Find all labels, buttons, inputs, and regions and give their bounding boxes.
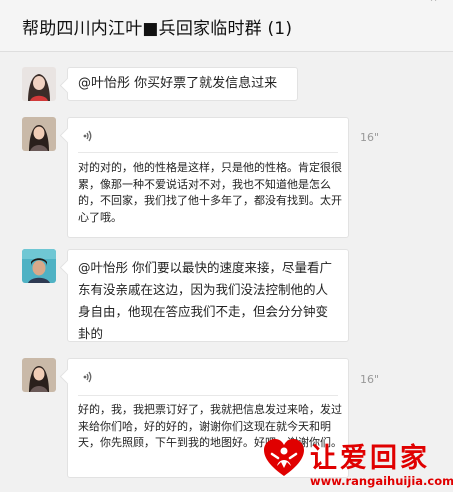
voice-icon[interactable]	[83, 129, 93, 143]
avatar[interactable]	[22, 67, 56, 101]
heart-logo-icon	[264, 439, 304, 476]
transcript-divider	[78, 152, 338, 153]
voice-duration: 16"	[360, 373, 380, 386]
avatar[interactable]	[22, 358, 56, 392]
voice-icon[interactable]	[83, 370, 93, 384]
message-text: @叶怡彤 你买好票了就发信息过来	[78, 76, 278, 91]
voice-transcript: 对的对的，他的性格是这样，只是他的性格。肯定很很累，像那一种不爱说话对不对，我也…	[78, 161, 342, 224]
voice-duration: 16"	[360, 131, 380, 144]
watermark-url: www.rangaihuijia.com	[310, 474, 453, 488]
message-bubble[interactable]: @叶怡彤 你们要以最快的速度来接，尽量看广东有没亲戚在这边，因为我们没法控制他的…	[67, 249, 349, 342]
more-icon[interactable]: ⌃	[428, 0, 439, 11]
chat-header: 帮助四川内江叶■兵回家临时群 (1) ⌃	[0, 0, 453, 52]
transcript-divider	[78, 395, 338, 396]
message-bubble[interactable]: @叶怡彤 你买好票了就发信息过来	[67, 67, 298, 101]
message-text: @叶怡彤 你们要以最快的速度来接，尽量看广东有没亲戚在这边，因为我们没法控制他的…	[78, 260, 332, 341]
avatar[interactable]	[22, 117, 56, 151]
voice-message-bubble[interactable]: 对的对的，他的性格是这样，只是他的性格。肯定很很累，像那一种不爱说话对不对，我也…	[67, 117, 349, 238]
avatar[interactable]	[22, 249, 56, 283]
watermark-title: 让爱回家	[310, 443, 430, 474]
group-chat-title: 帮助四川内江叶■兵回家临时群 (1)	[22, 19, 293, 39]
watermark: 让爱回家 www.rangaihuijia.com	[262, 434, 453, 492]
